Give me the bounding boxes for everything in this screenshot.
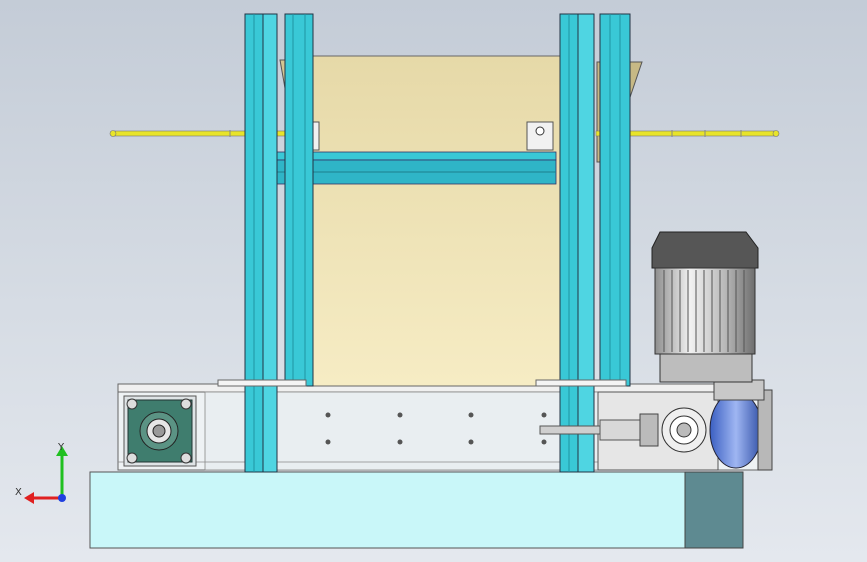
x-axis-arrow-icon xyxy=(24,492,62,504)
electric-motor[interactable] xyxy=(651,231,759,383)
y-axis-arrow-icon xyxy=(56,446,68,498)
cross-beam[interactable] xyxy=(275,151,557,185)
y-axis-label: Y xyxy=(58,442,65,453)
x-axis-label: X xyxy=(15,487,22,498)
base-block[interactable] xyxy=(89,471,744,549)
gearbox[interactable] xyxy=(709,379,773,471)
z-axis-dot-icon xyxy=(58,494,66,502)
cad-viewport[interactable]: Y X xyxy=(0,0,867,562)
flange-bearing[interactable] xyxy=(123,395,197,467)
assembly-model[interactable] xyxy=(0,0,867,562)
axis-triad xyxy=(24,446,68,504)
